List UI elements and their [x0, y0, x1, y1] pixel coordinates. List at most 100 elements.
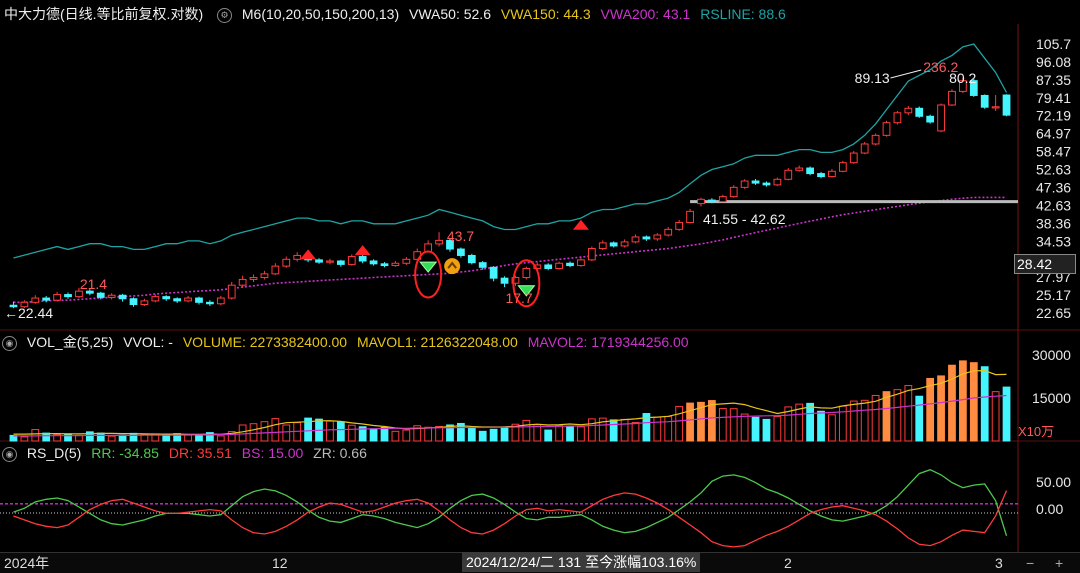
volume-bar [369, 428, 378, 442]
candle-body [64, 294, 72, 298]
volume-bar [860, 399, 869, 442]
candle-body [784, 169, 793, 180]
volume-bar [129, 432, 138, 442]
candle-body [937, 104, 945, 132]
candle-body [151, 296, 160, 302]
volume-bar [904, 385, 913, 442]
volume-bar [544, 429, 553, 442]
signal-triangle-icon [354, 245, 371, 256]
volume-tick-label: 30000 [1032, 347, 1071, 363]
candle-body [129, 298, 138, 306]
candle-body [871, 134, 880, 145]
price-tick-label: 72.19 [1036, 108, 1071, 124]
candle-body [926, 115, 935, 123]
volume-bar [828, 414, 836, 442]
volume-bar [282, 424, 291, 442]
annotation-43-7: 43.7 [447, 228, 474, 244]
low-start-label: ←22.44 [4, 305, 53, 321]
candle-body [195, 297, 203, 303]
candle-body [206, 301, 214, 305]
volume-bar [555, 424, 563, 442]
candle-body [566, 262, 574, 267]
price-tick-label: 25.17 [1036, 287, 1071, 303]
price-tick-label: 42.63 [1036, 197, 1071, 213]
candle-body [96, 292, 105, 298]
candle-body [391, 262, 400, 267]
volume-bar [489, 428, 498, 442]
candle-body [467, 254, 476, 264]
volume-bar [326, 420, 334, 442]
x-label-dec: 12 [272, 555, 288, 571]
candle-body [249, 277, 258, 280]
candle-body [849, 152, 858, 164]
candle-body [260, 273, 269, 279]
price-tick-label: 34.53 [1036, 233, 1071, 249]
price-tick-label: 87.35 [1036, 72, 1071, 88]
volume-bar [424, 426, 433, 442]
candle-body [718, 196, 727, 203]
volume-bar [336, 421, 345, 442]
annotation-21-4: 21.4 [80, 276, 107, 292]
candle-body [173, 298, 182, 302]
candle-body [238, 278, 247, 286]
candle-body [740, 180, 749, 188]
volume-bar [500, 427, 509, 442]
rr-series [13, 468, 1008, 536]
volume-bar [882, 391, 891, 442]
volume-bar [664, 416, 673, 442]
volume-bar [107, 435, 116, 442]
candle-body [42, 297, 51, 301]
x-label-feb: 2 [784, 555, 792, 571]
candle-body [642, 236, 651, 240]
candle-body [980, 94, 989, 108]
rsd-tick-label: 50.00 [1036, 474, 1071, 490]
volume-bar [195, 434, 203, 442]
candle-body [369, 260, 378, 265]
rsd-panel [0, 468, 1018, 548]
volume-bar [773, 416, 782, 442]
volume-bar [915, 395, 924, 442]
signal-triangle-icon [300, 249, 317, 260]
volume-bar [817, 410, 825, 442]
candle-body [293, 254, 302, 260]
volume-bar [42, 432, 51, 442]
candle-body [893, 112, 902, 124]
candle-body [336, 260, 345, 265]
diamond-icon [419, 261, 438, 273]
volume-bar [686, 402, 694, 442]
candle-body [315, 259, 323, 263]
zoom-in-button[interactable]: + [1055, 553, 1063, 573]
candle-body [489, 266, 498, 279]
candle-body [773, 178, 782, 186]
candle-body [216, 297, 225, 305]
volume-unit-label: X10万 [1018, 424, 1055, 439]
volume-bar [653, 416, 662, 442]
volume-bar [708, 400, 716, 442]
candle-body [882, 122, 891, 136]
candle-body [555, 262, 563, 269]
candle-body [828, 170, 836, 178]
candle-body [587, 248, 596, 261]
up-arrow-icon [444, 258, 461, 275]
volume-bar [926, 377, 935, 442]
dr-series [13, 490, 1008, 548]
candle-body [162, 296, 171, 300]
candle-body [729, 186, 738, 198]
candle-body [435, 239, 443, 245]
candle-body [184, 297, 192, 302]
price-tick-label: 79.41 [1036, 90, 1071, 106]
volume-bar [740, 413, 749, 442]
candle-body [664, 228, 673, 236]
volume-bar [587, 418, 596, 442]
zoom-out-button[interactable]: − [1026, 553, 1034, 573]
volume-bar [609, 419, 618, 442]
candle-body [358, 256, 367, 262]
candle-body [686, 210, 694, 224]
candle-body [838, 162, 847, 172]
rsd-tick-label: 0.00 [1036, 501, 1063, 517]
chart-svg[interactable]: ←22.4421.443.717.741.55 - 42.6289.13236.… [0, 0, 1080, 572]
candle-body [762, 182, 771, 186]
volume-bar [96, 432, 105, 442]
candle-body [795, 167, 804, 171]
volume-bar [893, 389, 902, 442]
